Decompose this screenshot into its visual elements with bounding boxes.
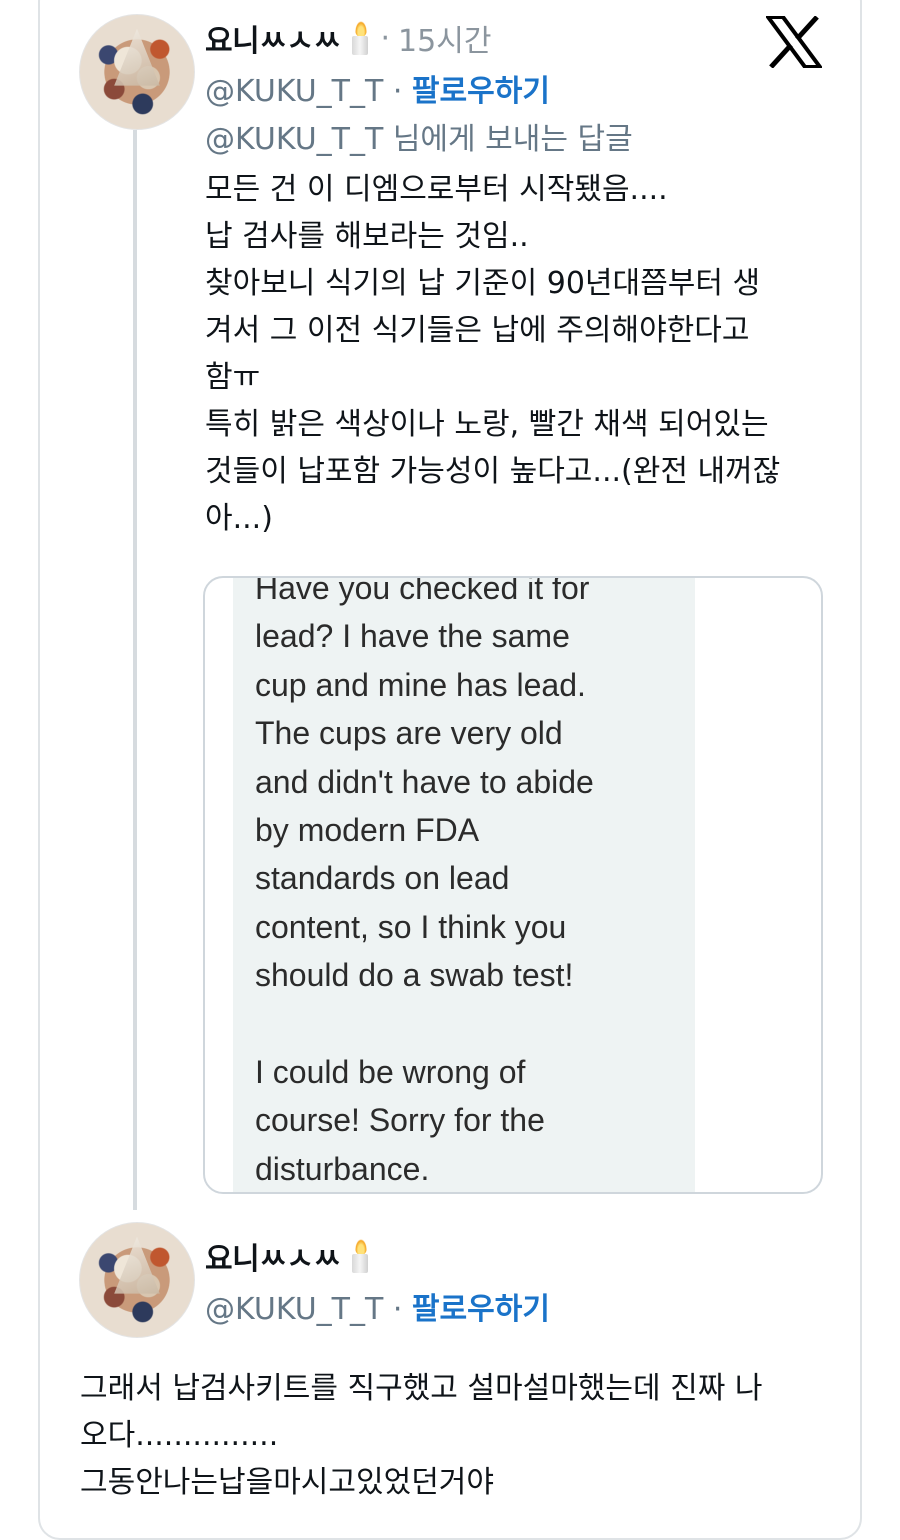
- candle-icon: [349, 21, 371, 55]
- handle[interactable]: @KUKU_T_T: [205, 1292, 383, 1327]
- handle-row: @KUKU_T_T · 팔로우하기: [205, 66, 550, 110]
- x-logo-icon[interactable]: [766, 16, 822, 68]
- follow-button[interactable]: 팔로우하기: [412, 1292, 550, 1327]
- author-row: 요니ㅆㅅㅆ: [205, 1234, 371, 1278]
- tweet-text: 그래서 납검사키트를 직구했고 설마설마했는데 진짜 나 오다.........…: [80, 1371, 763, 1500]
- timestamp[interactable]: 15시간: [398, 16, 491, 60]
- author-row: 요니ㅆㅅㅆ · 15시간: [205, 16, 491, 60]
- tweet-text: 모든 건 이 디엠으로부터 시작됐음.... 납 검사를 해보라는 것임.. 찾…: [205, 172, 781, 536]
- reply-to-label[interactable]: @KUKU_T_T 님에게 보내는 답글: [205, 114, 633, 158]
- handle-separator: ·: [383, 74, 412, 109]
- display-name[interactable]: 요니ㅆㅅㅆ: [205, 16, 341, 60]
- candle-icon: [349, 1239, 371, 1273]
- dm-message-bubble: Have you checked it for lead? I have the…: [233, 576, 695, 1192]
- avatar[interactable]: [79, 1222, 195, 1338]
- dm-message-text: Have you checked it for lead? I have the…: [255, 576, 594, 1187]
- handle-separator: ·: [383, 1292, 412, 1327]
- thread-line: [133, 130, 137, 1210]
- handle-row: @KUKU_T_T · 팔로우하기: [205, 1284, 550, 1328]
- display-name[interactable]: 요니ㅆㅅㅆ: [205, 1234, 341, 1278]
- time-separator: ·: [380, 20, 391, 56]
- embedded-image[interactable]: Have you checked it for lead? I have the…: [203, 576, 823, 1194]
- handle[interactable]: @KUKU_T_T: [205, 74, 383, 109]
- avatar[interactable]: [79, 14, 195, 130]
- follow-button[interactable]: 팔로우하기: [412, 74, 550, 109]
